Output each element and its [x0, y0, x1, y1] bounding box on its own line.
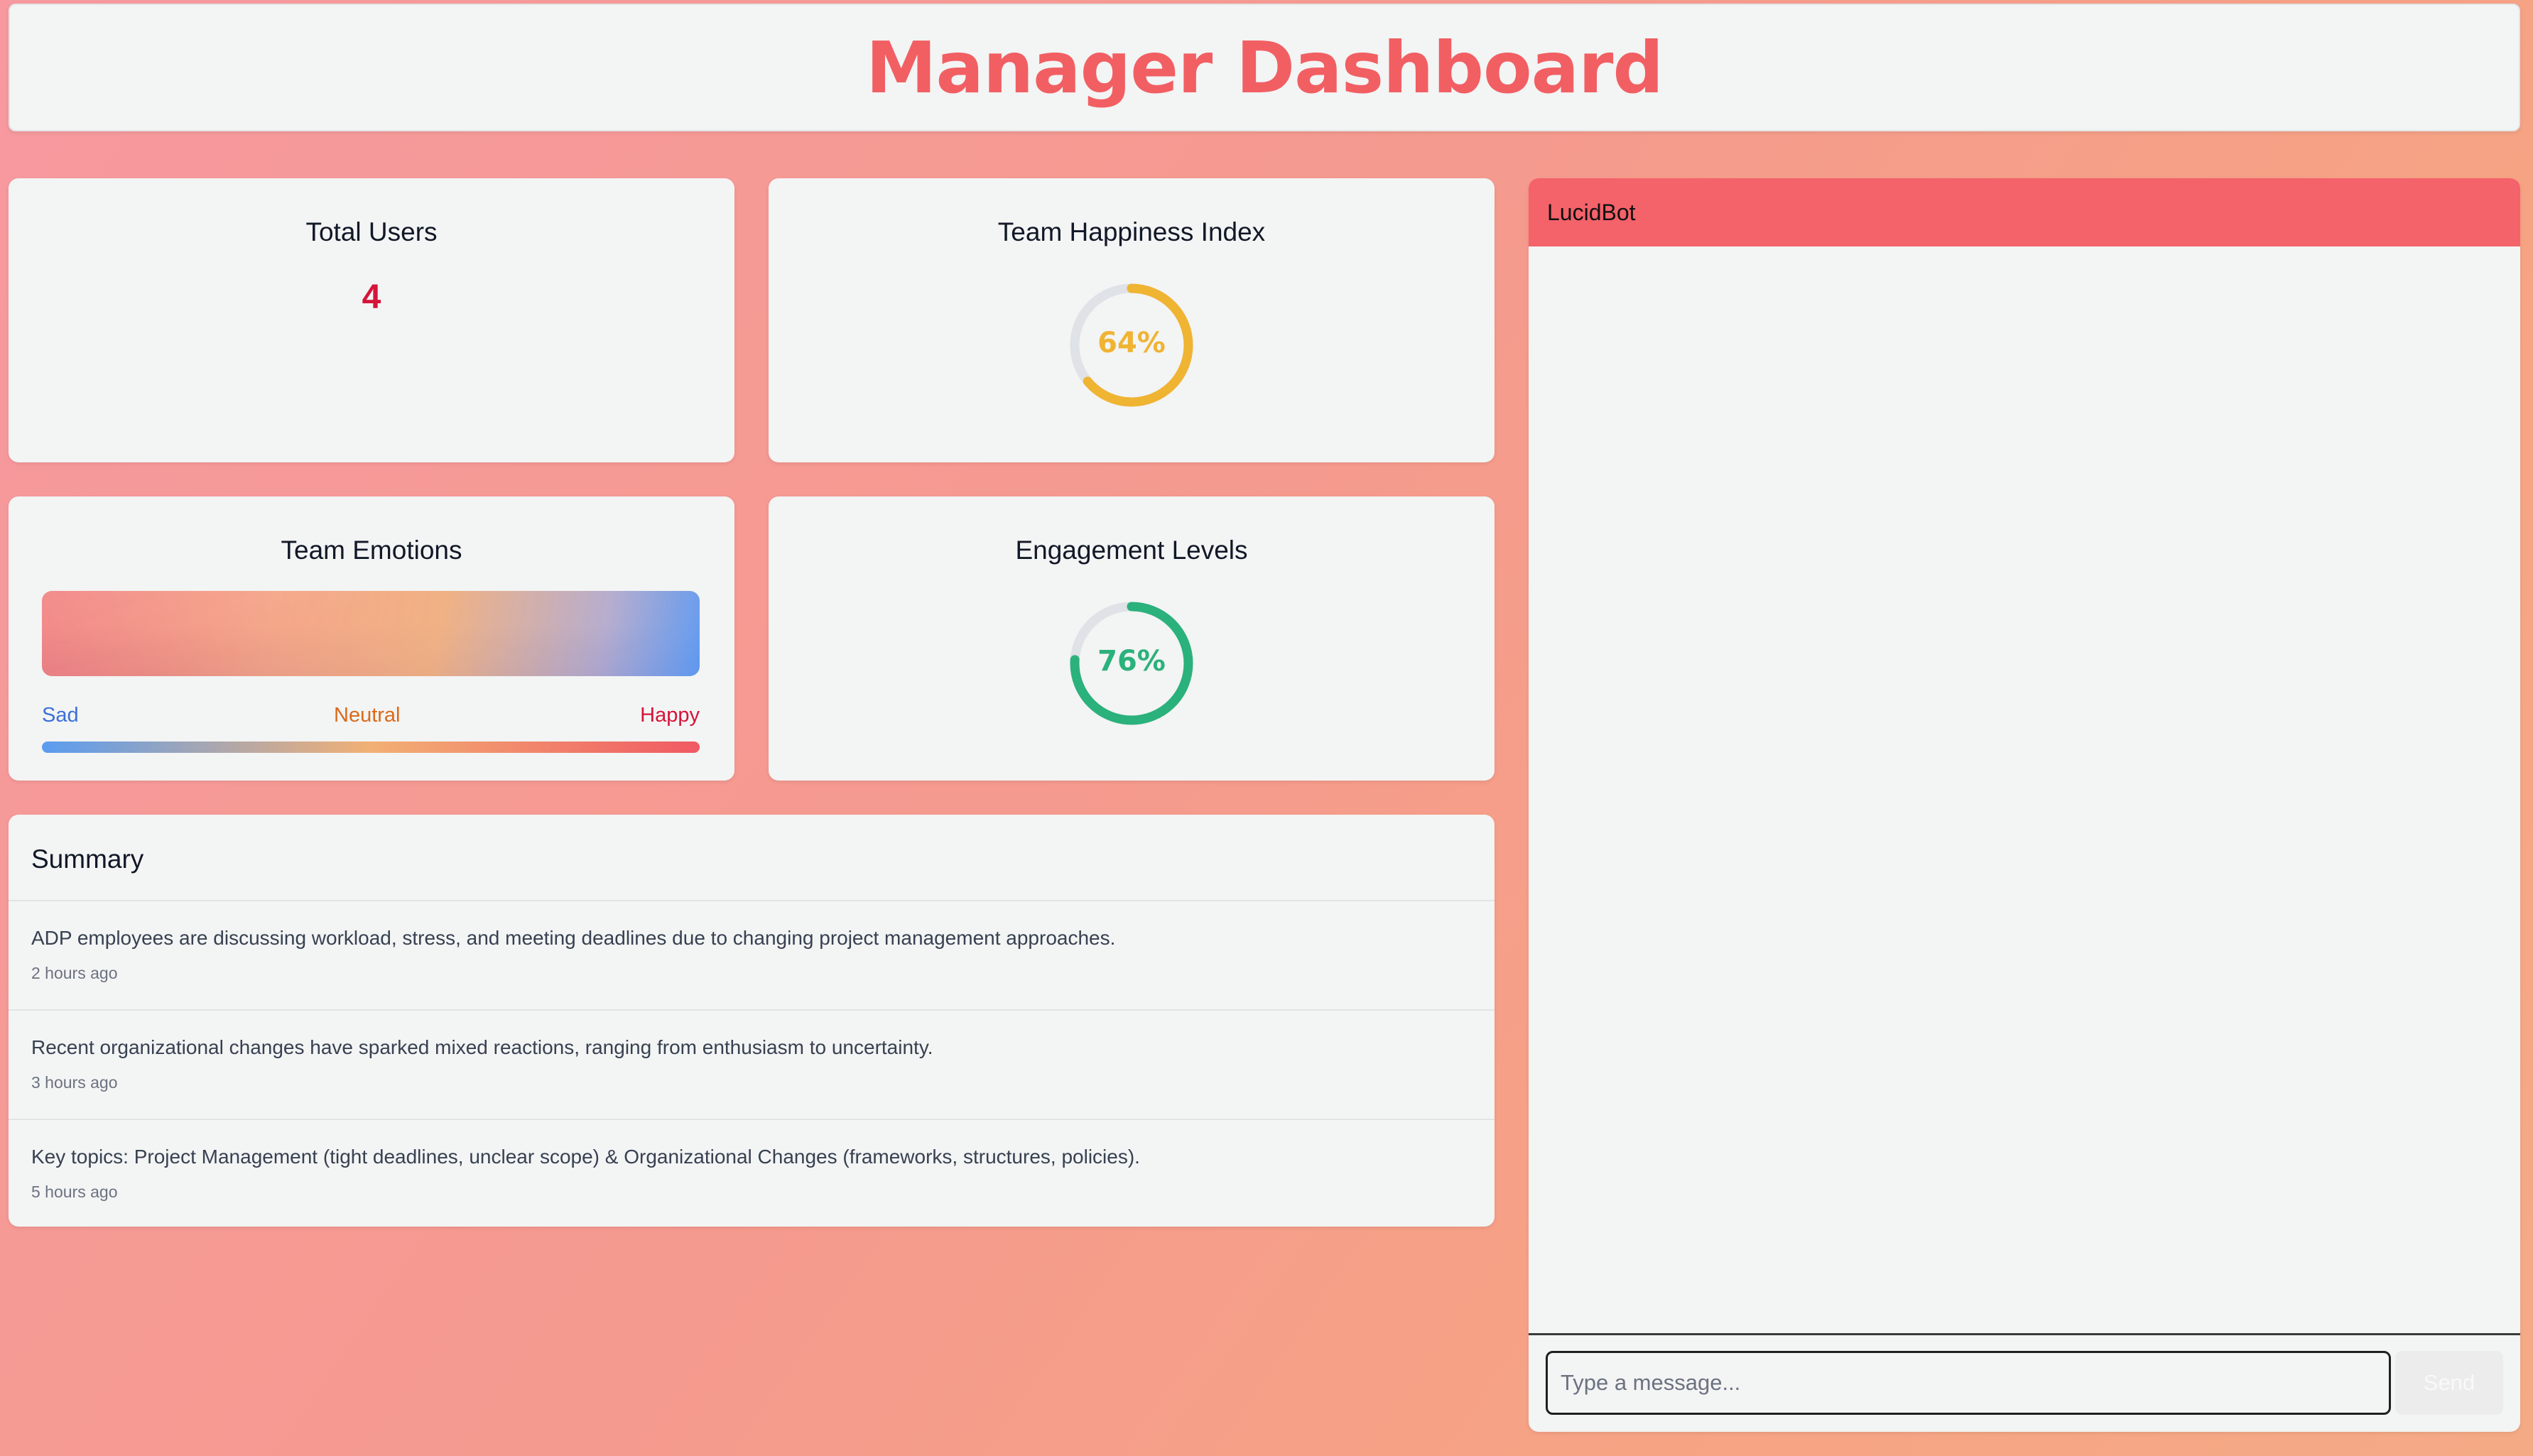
- summary-item-text: Recent organizational changes have spark…: [31, 1036, 933, 1058]
- happiness-card: Team Happiness Index 64%: [769, 178, 1495, 462]
- happiness-title: Team Happiness Index: [997, 217, 1266, 246]
- summary-card: Summary ADP employees are discussing wor…: [9, 815, 1495, 1227]
- chat-panel: LucidBot Send: [1529, 178, 2520, 1432]
- dashboard-header: Manager Dashboard: [9, 4, 2520, 131]
- total-users-value: 4: [362, 278, 381, 316]
- summary-title: Summary: [31, 844, 144, 874]
- total-users-card: Total Users 4: [9, 178, 734, 462]
- emotion-scale-labels: Sad Neutral Happy: [42, 704, 700, 729]
- summary-item-time: 5 hours ago: [31, 1183, 118, 1201]
- summary-item: ADP employees are discussing workload, s…: [9, 900, 1495, 1009]
- happiness-gauge: 64%: [1068, 281, 1195, 409]
- summary-item-text: ADP employees are discussing workload, s…: [31, 927, 1116, 949]
- summary-item: Key topics: Project Management (tight de…: [9, 1119, 1495, 1228]
- total-users-title: Total Users: [305, 217, 438, 246]
- team-emotions-title: Team Emotions: [281, 536, 462, 565]
- summary-item-time: 2 hours ago: [31, 964, 118, 982]
- summary-item-text: Key topics: Project Management (tight de…: [31, 1146, 1140, 1168]
- emotion-heatmap: [42, 591, 700, 676]
- happiness-value: 64%: [1097, 327, 1166, 359]
- page-title: Manager Dashboard: [865, 26, 1664, 109]
- scale-label-happy: Happy: [640, 704, 700, 727]
- team-emotions-card: Team Emotions Sad Neutral Happy: [9, 496, 734, 781]
- summary-item-time: 3 hours ago: [31, 1073, 118, 1092]
- engagement-value: 76%: [1097, 645, 1166, 678]
- chat-divider: [1529, 1333, 2520, 1335]
- emotion-scale-bar: [42, 741, 700, 753]
- chat-message-input[interactable]: [1546, 1351, 2391, 1415]
- chat-header: LucidBot: [1529, 178, 2520, 246]
- engagement-card: Engagement Levels 76%: [769, 496, 1495, 781]
- summary-item: Recent organizational changes have spark…: [9, 1009, 1495, 1119]
- scale-label-neutral: Neutral: [334, 704, 401, 727]
- engagement-title: Engagement Levels: [1015, 536, 1248, 565]
- chat-title: LucidBot: [1547, 199, 1636, 225]
- chat-messages-area[interactable]: [1529, 246, 2520, 1333]
- scale-label-sad: Sad: [42, 704, 79, 727]
- engagement-gauge: 76%: [1068, 599, 1195, 727]
- send-button[interactable]: Send: [2395, 1351, 2503, 1415]
